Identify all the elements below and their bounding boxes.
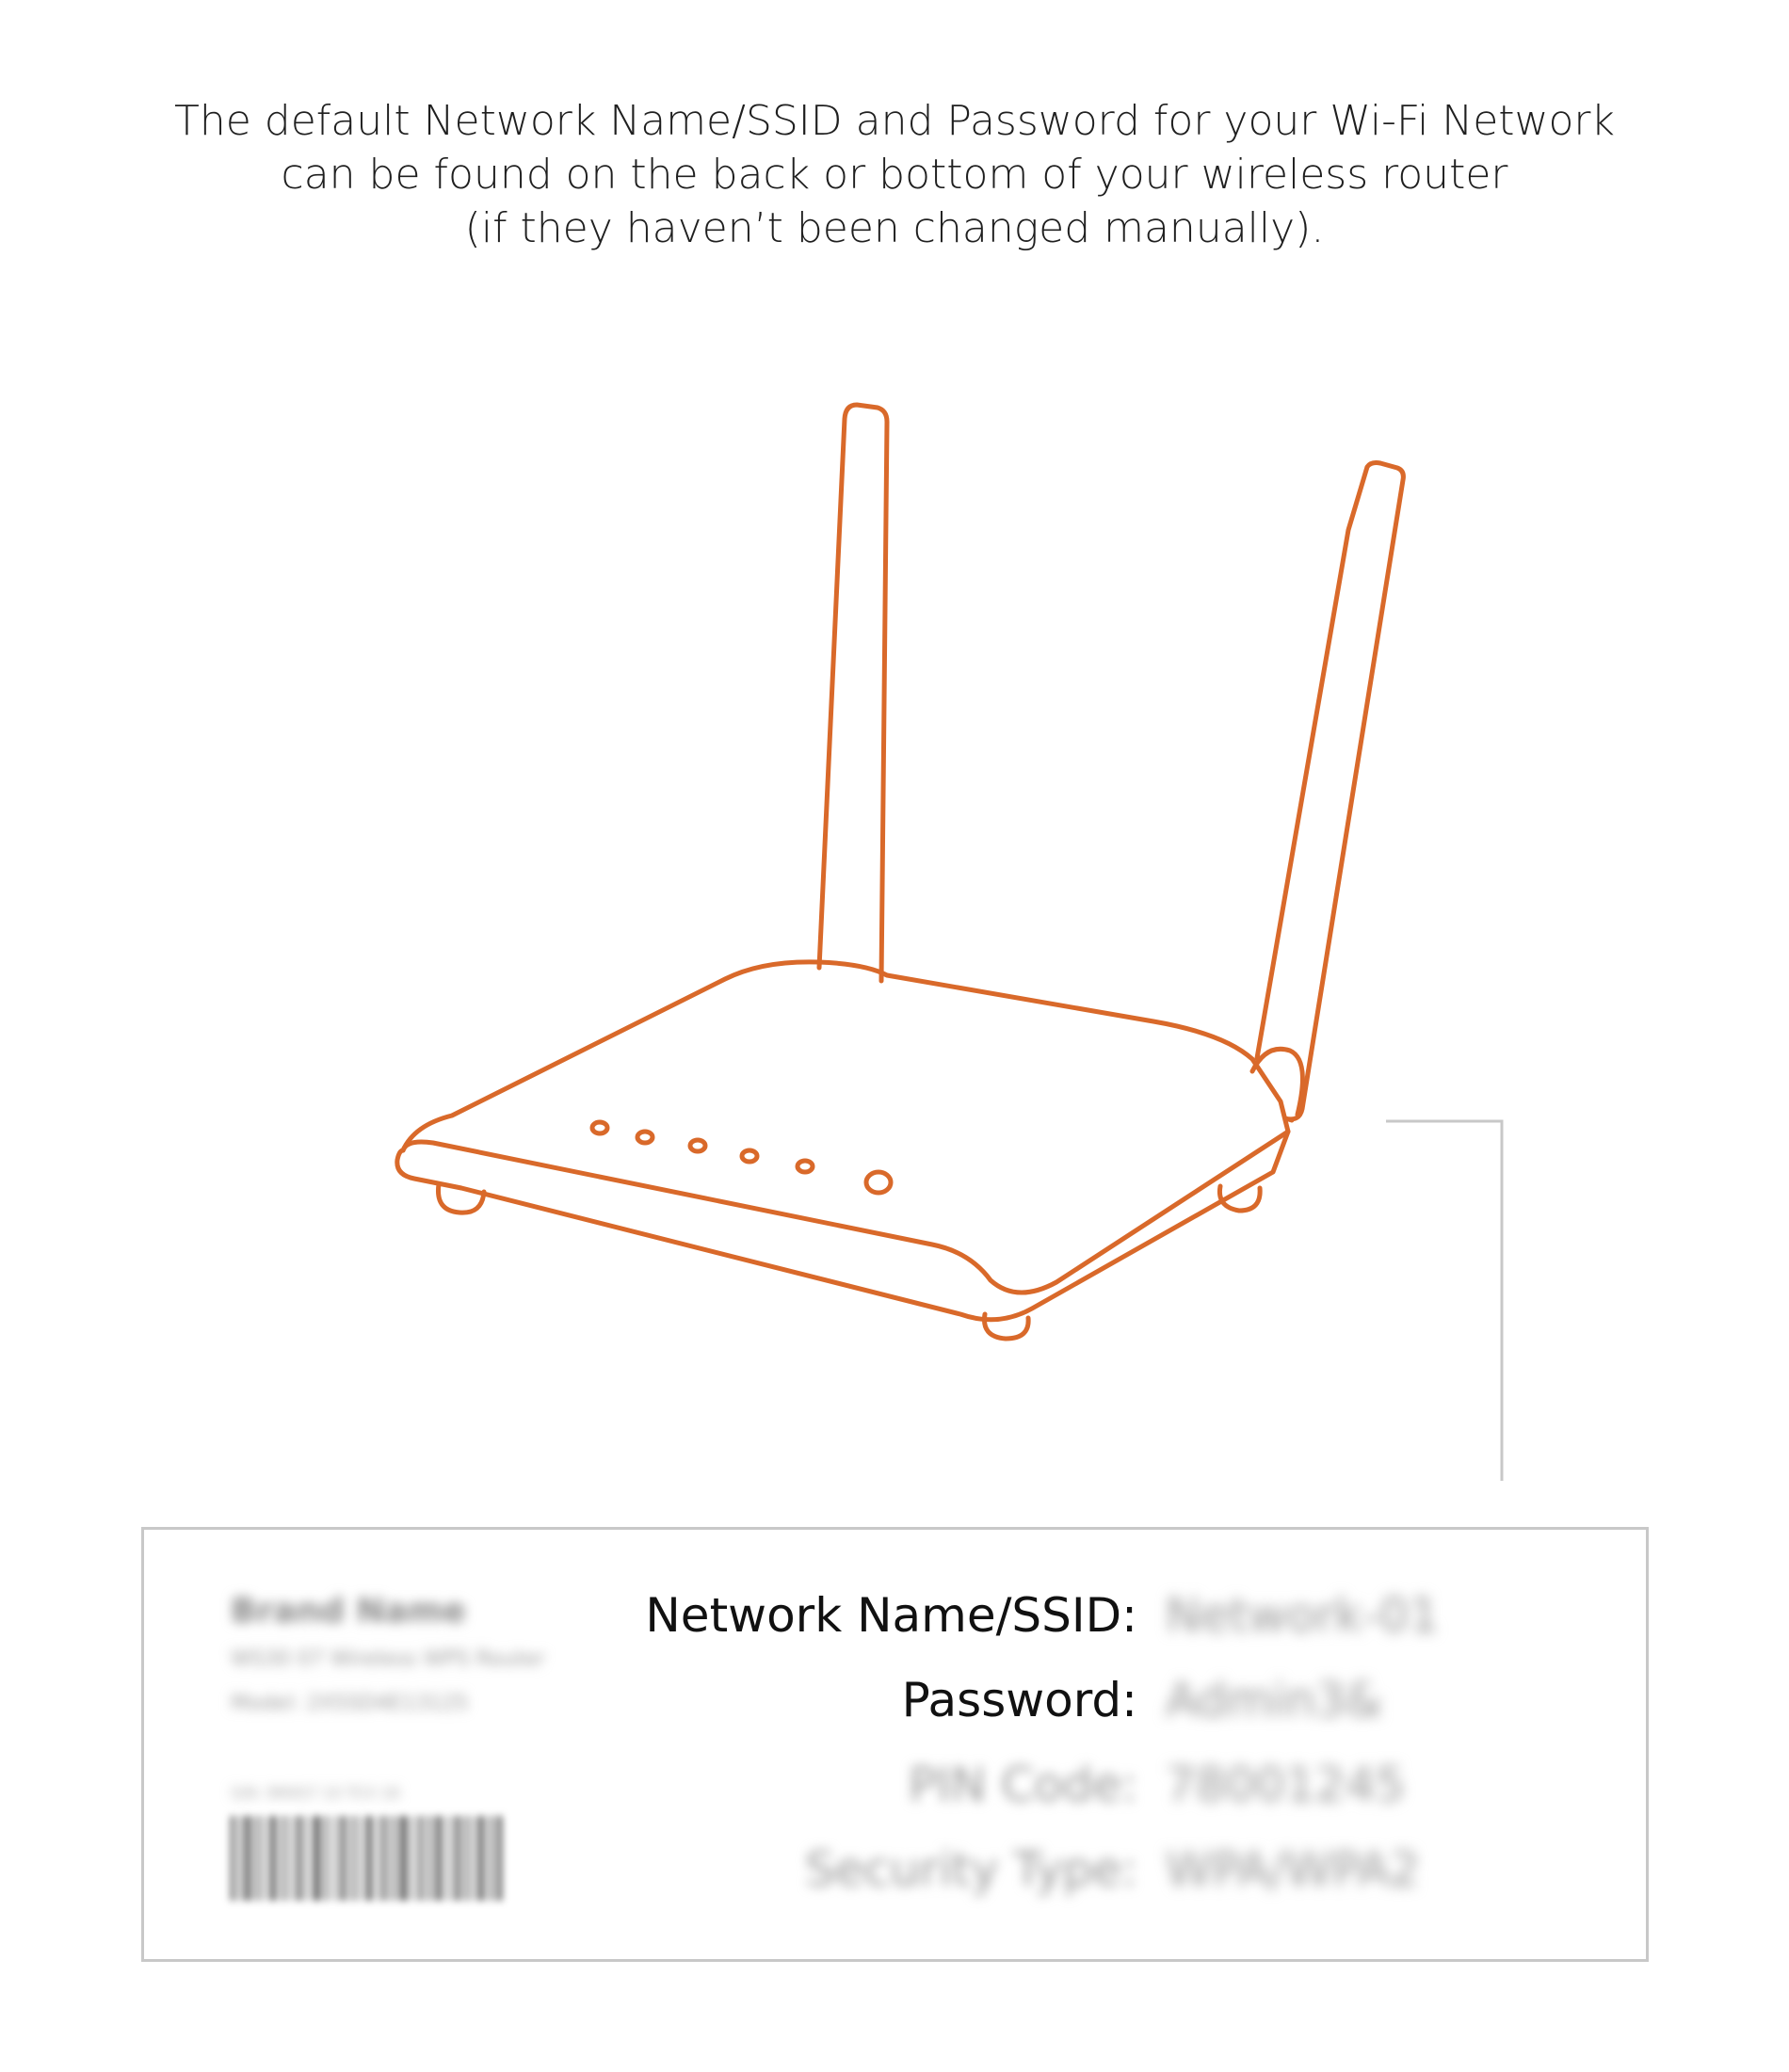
- ssid-label: Network Name/SSID:: [645, 1588, 1137, 1643]
- router-top: [400, 959, 1291, 1153]
- right-antenna: [1254, 460, 1406, 1123]
- led-5: [795, 1158, 815, 1175]
- field-row-password: Password: Admin3&: [695, 1673, 1542, 1758]
- password-label: Password:: [901, 1673, 1137, 1727]
- router-body: [395, 1129, 1291, 1323]
- led-1: [589, 1119, 610, 1136]
- pin-value: 78001245: [1166, 1758, 1406, 1812]
- router-foot-left: [435, 1181, 487, 1215]
- intro-text: The default Network Name/SSID and Passwo…: [0, 94, 1789, 255]
- connector-line: [1386, 1119, 1504, 1481]
- barcode-caption: S/N: 9M4S7 10 TCX 18: [231, 1784, 400, 1802]
- router-label-panel: Brand Name WS30 07 Wireless WPS Router M…: [141, 1527, 1649, 1962]
- security-type-label: Security Type:: [805, 1842, 1137, 1897]
- intro-line-2: can be found on the back or bottom of yo…: [281, 151, 1508, 199]
- router-front-edge: [400, 1129, 1291, 1295]
- password-value: Admin3&: [1166, 1673, 1383, 1727]
- brand-block: Brand Name WS30 07 Wireless WPS Router M…: [231, 1592, 545, 1736]
- led-4: [739, 1148, 760, 1164]
- led-3: [687, 1137, 708, 1154]
- intro-line-3: (if they haven’t been changed manually).: [464, 204, 1325, 252]
- field-row-pin: PIN Code: 78001245: [695, 1758, 1542, 1842]
- barcode-icon: [231, 1816, 502, 1901]
- router-foot-right: [1217, 1183, 1263, 1213]
- ssid-value: Network-01: [1166, 1588, 1440, 1643]
- led-power: [863, 1169, 894, 1196]
- left-antenna: [816, 402, 890, 984]
- field-row-ssid: Network Name/SSID: Network-01: [645, 1588, 1542, 1673]
- field-row-security: Security Type: WPA/WPA2: [695, 1842, 1542, 1927]
- intro-line-1: The default Network Name/SSID and Passwo…: [173, 97, 1615, 145]
- led-2: [635, 1129, 655, 1146]
- label-fields: Network Name/SSID: Network-01 Password: …: [645, 1588, 1542, 1927]
- pin-label: PIN Code:: [908, 1758, 1137, 1812]
- brand-serial-line: Model: 2X5SD4E13125: [231, 1692, 469, 1715]
- router-foot-front: [981, 1311, 1031, 1341]
- antenna-base: [1249, 1046, 1305, 1117]
- security-type-value: WPA/WPA2: [1166, 1842, 1420, 1897]
- brand-name: Brand Name: [231, 1592, 466, 1630]
- brand-model-line: WS30 07 Wireless WPS Router: [231, 1647, 545, 1671]
